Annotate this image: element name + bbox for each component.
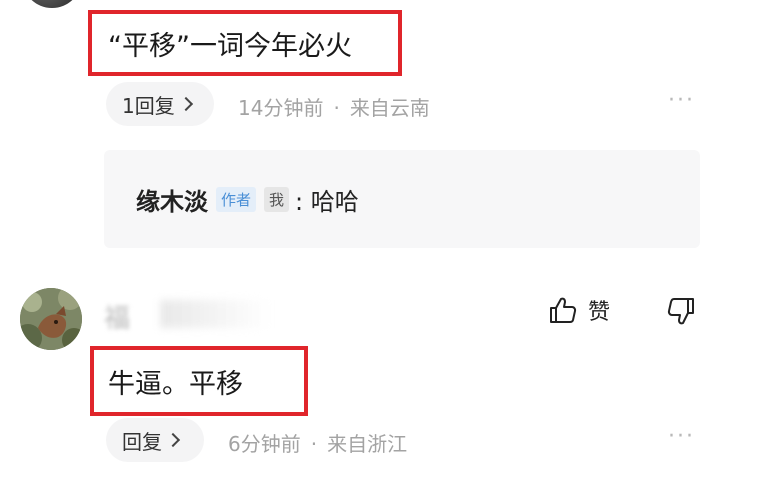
- meta-separator: ·: [310, 432, 318, 456]
- highlight-box-comment-1: “平移”一词今年必火: [88, 10, 402, 76]
- author-tag: 作者: [216, 186, 257, 212]
- like-button[interactable]: 赞: [548, 294, 610, 326]
- comment-1-location: 来自云南: [349, 96, 430, 120]
- reply-count-label: 1回复: [122, 93, 175, 118]
- reply-count-button[interactable]: 1回复: [106, 82, 214, 126]
- comment-1-text: “平移”一词今年必火: [108, 30, 352, 62]
- avatar-image: [20, 288, 82, 350]
- highlight-box-comment-2: 牛逼。平移: [90, 346, 308, 416]
- comment-2-username[interactable]: 福: [104, 298, 130, 335]
- avatar-top[interactable]: [22, 0, 82, 8]
- sub-reply-author[interactable]: 缘木淡: [136, 182, 208, 217]
- like-label: 赞: [588, 300, 611, 325]
- more-icon[interactable]: ···: [668, 424, 695, 449]
- comment-2-meta: 6分钟前 · 来自浙江: [228, 428, 407, 457]
- me-tag: 我: [264, 186, 290, 212]
- thumbs-down-icon: [667, 298, 694, 325]
- reply-label: 回复: [122, 429, 162, 454]
- comment-1-meta: 14分钟前 · 来自云南: [238, 92, 430, 121]
- dislike-button[interactable]: [666, 296, 696, 332]
- meta-separator: ·: [333, 96, 340, 120]
- comment-2-text: 牛逼。平移: [108, 368, 243, 400]
- avatar[interactable]: [20, 288, 82, 350]
- comment-2-location: 来自浙江: [327, 432, 408, 456]
- reply-button[interactable]: 回复: [106, 418, 204, 462]
- username-blur-overlay: [160, 300, 270, 328]
- sub-reply-panel[interactable]: 缘木淡 作者 我 : 哈哈: [104, 150, 700, 248]
- comment-2-time: 6分钟前: [228, 432, 301, 456]
- thumbs-up-icon: [550, 297, 577, 323]
- sub-reply-text: : 哈哈: [295, 187, 359, 216]
- comment-1-time: 14分钟前: [238, 96, 324, 120]
- chevron-right-icon: [178, 96, 193, 112]
- more-icon[interactable]: ···: [668, 88, 695, 113]
- chevron-right-icon: [165, 432, 181, 448]
